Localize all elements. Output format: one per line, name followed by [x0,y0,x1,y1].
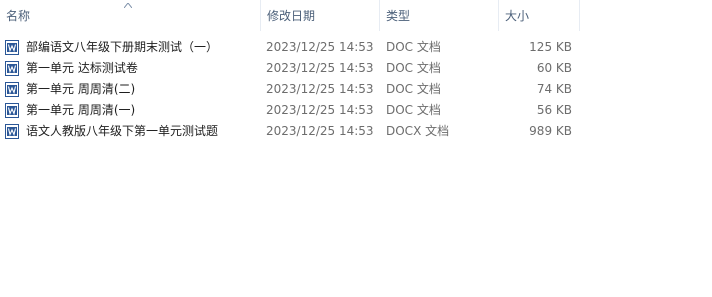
file-type: DOC 文档 [386,103,441,117]
file-date: 2023/12/25 14:53 [266,124,374,138]
file-name: 部编语文八年级下册期末测试（一） [26,40,219,54]
file-size: 60 KB [536,61,572,75]
column-header-date[interactable]: 修改日期 [261,0,380,31]
file-name: 第一单元 达标测试卷 [26,61,138,75]
word-doc-icon [5,61,19,76]
word-doc-icon [5,124,19,139]
file-name: 语文人教版八年级下第一单元测试题 [26,124,219,138]
word-doc-icon [5,103,19,118]
column-header-type-label: 类型 [386,9,411,23]
file-size: 74 KB [536,82,572,96]
file-name: 第一单元 周周清(一) [26,103,136,117]
column-header-date-label: 修改日期 [267,9,316,23]
file-row[interactable]: 第一单元 周周清(一) 2023/12/25 14:53 DOC 文档 56 K… [0,100,712,121]
file-row[interactable]: 第一单元 周周清(二) 2023/12/25 14:53 DOC 文档 74 K… [0,79,712,100]
word-doc-icon [5,82,19,97]
file-size: 989 KB [529,124,572,138]
file-date: 2023/12/25 14:53 [266,61,374,75]
file-date: 2023/12/25 14:53 [266,82,374,96]
file-type: DOC 文档 [386,40,441,54]
column-header-bar: 名称 修改日期 类型 大小 [0,0,712,31]
column-header-size[interactable]: 大小 [499,0,580,31]
file-size: 125 KB [529,40,572,54]
column-header-type[interactable]: 类型 [380,0,499,31]
file-name: 第一单元 周周清(二) [26,82,136,96]
word-doc-icon [5,40,19,55]
file-type: DOC 文档 [386,61,441,75]
file-type: DOCX 文档 [386,124,450,138]
file-row[interactable]: 第一单元 达标测试卷 2023/12/25 14:53 DOC 文档 60 KB [0,58,712,79]
file-size: 56 KB [536,103,572,117]
file-type: DOC 文档 [386,82,441,96]
file-date: 2023/12/25 14:53 [266,40,374,54]
column-header-size-label: 大小 [505,9,530,23]
file-row[interactable]: 语文人教版八年级下第一单元测试题 2023/12/25 14:53 DOCX 文… [0,121,712,142]
column-header-name[interactable]: 名称 [0,0,261,31]
column-header-name-label: 名称 [6,9,31,23]
file-date: 2023/12/25 14:53 [266,103,374,117]
file-row[interactable]: 部编语文八年级下册期末测试（一） 2023/12/25 14:53 DOC 文档… [0,37,712,58]
sort-ascending-icon [124,3,132,8]
